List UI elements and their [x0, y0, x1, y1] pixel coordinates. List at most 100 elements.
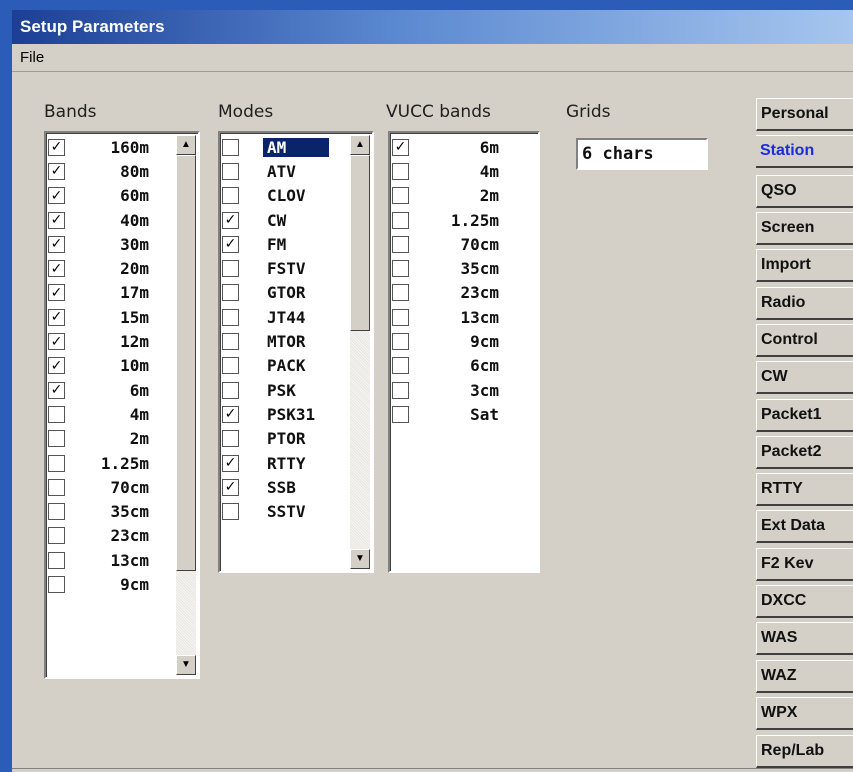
tab-qso[interactable]: QSO [756, 175, 853, 208]
band-checkbox[interactable] [48, 478, 65, 496]
mode-item-gtor[interactable]: GTOR [222, 281, 329, 305]
band-item-1-25m[interactable]: 1.25m [48, 451, 149, 475]
grids-input[interactable]: 6 chars [576, 138, 708, 170]
modes-scrollbar[interactable]: ▲ ▼ [350, 135, 370, 569]
mode-checkbox[interactable]: ✓ [222, 211, 239, 229]
mode-checkbox[interactable] [222, 187, 239, 205]
tab-packet2[interactable]: Packet2 [756, 436, 853, 469]
mode-item-psk[interactable]: PSK [222, 378, 329, 402]
vucc-item-3cm[interactable]: 3cm [392, 378, 499, 402]
band-item-70cm[interactable]: 70cm [48, 475, 149, 499]
band-checkbox[interactable]: ✓ [48, 260, 65, 278]
file-menu[interactable]: File [20, 49, 44, 66]
modes-listbox[interactable]: AM ATV CLOV ✓ CW ✓ FM FSTV GTOR JT44 MTOR PACK PSK ✓ P… [218, 131, 374, 573]
bands-scroll-thumb[interactable] [176, 155, 196, 571]
vucc-checkbox[interactable] [392, 308, 409, 326]
vucc-item-23cm[interactable]: 23cm [392, 281, 499, 305]
tab-control[interactable]: Control [756, 324, 853, 357]
tab-station[interactable]: Station [756, 135, 853, 168]
vucc-item-13cm[interactable]: 13cm [392, 305, 499, 329]
mode-item-psk31[interactable]: ✓ PSK31 [222, 402, 329, 426]
mode-item-ssb[interactable]: ✓ SSB [222, 475, 329, 499]
vucc-item-2m[interactable]: 2m [392, 184, 499, 208]
mode-item-atv[interactable]: ATV [222, 159, 329, 183]
band-checkbox[interactable]: ✓ [48, 235, 65, 253]
band-item-10m[interactable]: ✓ 10m [48, 354, 149, 378]
vucc-item-sat[interactable]: Sat [392, 402, 499, 426]
tab-ext-data[interactable]: Ext Data [756, 510, 853, 543]
band-item-30m[interactable]: ✓ 30m [48, 232, 149, 256]
bands-scroll-down-icon[interactable]: ▼ [176, 655, 196, 675]
band-item-12m[interactable]: ✓ 12m [48, 329, 149, 353]
mode-item-clov[interactable]: CLOV [222, 184, 329, 208]
bands-scroll-up-icon[interactable]: ▲ [176, 135, 196, 155]
mode-item-fstv[interactable]: FSTV [222, 256, 329, 280]
band-item-60m[interactable]: ✓ 60m [48, 184, 149, 208]
band-checkbox[interactable]: ✓ [48, 381, 65, 399]
tab-personal[interactable]: Personal [756, 98, 853, 131]
band-checkbox[interactable] [48, 503, 65, 521]
band-checkbox[interactable]: ✓ [48, 333, 65, 351]
band-item-15m[interactable]: ✓ 15m [48, 305, 149, 329]
band-item-4m[interactable]: 4m [48, 402, 149, 426]
vucc-item-9cm[interactable]: 9cm [392, 329, 499, 353]
tab-rep-lab[interactable]: Rep/Lab [756, 735, 853, 768]
modes-scroll-down-icon[interactable]: ▼ [350, 549, 370, 569]
band-item-13cm[interactable]: 13cm [48, 548, 149, 572]
vucc-checkbox[interactable] [392, 187, 409, 205]
band-item-20m[interactable]: ✓ 20m [48, 256, 149, 280]
mode-item-sstv[interactable]: SSTV [222, 499, 329, 523]
mode-item-fm[interactable]: ✓ FM [222, 232, 329, 256]
mode-item-ptor[interactable]: PTOR [222, 427, 329, 451]
band-checkbox[interactable] [48, 454, 65, 472]
tab-dxcc[interactable]: DXCC [756, 585, 853, 618]
tab-rtty[interactable]: RTTY [756, 473, 853, 506]
band-checkbox[interactable] [48, 551, 65, 569]
band-checkbox[interactable] [48, 405, 65, 423]
tab-cw[interactable]: CW [756, 361, 853, 394]
band-item-35cm[interactable]: 35cm [48, 499, 149, 523]
vucc-checkbox[interactable] [392, 162, 409, 180]
band-checkbox[interactable]: ✓ [48, 357, 65, 375]
vucc-checkbox[interactable] [392, 284, 409, 302]
band-checkbox[interactable]: ✓ [48, 211, 65, 229]
band-item-9cm[interactable]: 9cm [48, 572, 149, 596]
vucc-checkbox[interactable] [392, 333, 409, 351]
tab-import[interactable]: Import [756, 249, 853, 282]
mode-item-rtty[interactable]: ✓ RTTY [222, 451, 329, 475]
bands-listbox[interactable]: ✓ 160m ✓ 80m ✓ 60m ✓ 40m ✓ 30m ✓ 20m ✓ 17m ✓ 15m ✓ 12m ✓ 10… [44, 131, 200, 679]
mode-checkbox[interactable]: ✓ [222, 405, 239, 423]
vucc-checkbox[interactable] [392, 260, 409, 278]
band-checkbox[interactable] [48, 527, 65, 545]
tab-wpx[interactable]: WPX [756, 697, 853, 730]
band-item-17m[interactable]: ✓ 17m [48, 281, 149, 305]
mode-checkbox[interactable] [222, 260, 239, 278]
mode-checkbox[interactable] [222, 357, 239, 375]
mode-checkbox[interactable] [222, 503, 239, 521]
vucc-checkbox[interactable]: ✓ [392, 138, 409, 156]
vucc-checkbox[interactable] [392, 235, 409, 253]
mode-checkbox[interactable] [222, 162, 239, 180]
vucc-item-1-25m[interactable]: 1.25m [392, 208, 499, 232]
modes-scroll-thumb[interactable] [350, 155, 370, 331]
modes-scroll-up-icon[interactable]: ▲ [350, 135, 370, 155]
band-checkbox[interactable]: ✓ [48, 284, 65, 302]
band-item-80m[interactable]: ✓ 80m [48, 159, 149, 183]
vucc-checkbox[interactable] [392, 357, 409, 375]
vucc-checkbox[interactable] [392, 211, 409, 229]
band-item-23cm[interactable]: 23cm [48, 524, 149, 548]
band-checkbox[interactable] [48, 575, 65, 593]
band-checkbox[interactable] [48, 430, 65, 448]
band-item-160m[interactable]: ✓ 160m [48, 135, 149, 159]
mode-item-am[interactable]: AM [222, 135, 330, 159]
mode-checkbox[interactable]: ✓ [222, 478, 239, 496]
vucc-item-6m[interactable]: ✓ 6m [392, 135, 499, 159]
band-checkbox[interactable]: ✓ [48, 162, 65, 180]
mode-checkbox[interactable] [222, 284, 239, 302]
tab-was[interactable]: WAS [756, 622, 853, 655]
tab-waz[interactable]: WAZ [756, 660, 853, 693]
band-item-40m[interactable]: ✓ 40m [48, 208, 149, 232]
band-checkbox[interactable]: ✓ [48, 308, 65, 326]
vucc-bands-listbox[interactable]: ✓ 6m 4m 2m 1.25m 70cm 35cm 23cm 13cm 9cm 6cm 3cm Sat [388, 131, 540, 573]
mode-checkbox[interactable] [222, 138, 239, 156]
